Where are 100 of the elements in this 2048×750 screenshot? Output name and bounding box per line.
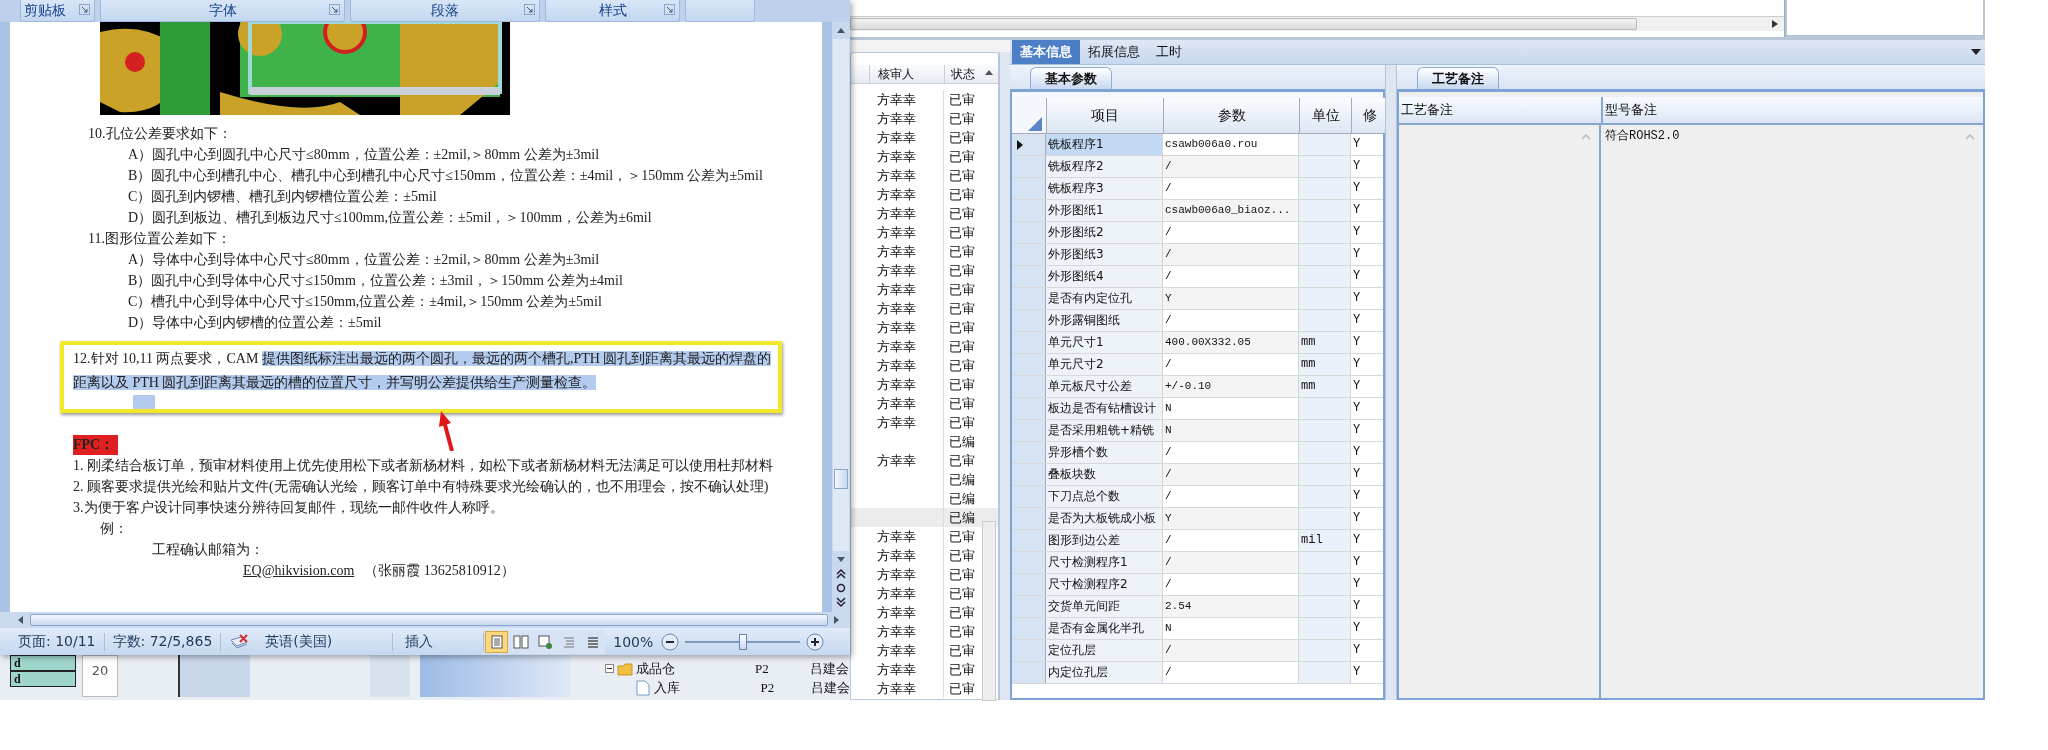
table-cell[interactable]	[1299, 486, 1351, 507]
table-cell[interactable]: 异形槽个数	[1046, 442, 1163, 463]
scroll-down-icon[interactable]	[836, 555, 846, 564]
scrollbar[interactable]	[832, 22, 850, 612]
dialog-launcher-icon[interactable]	[664, 4, 675, 15]
table-cell[interactable]: 外形图纸2	[1046, 222, 1163, 243]
table-cell[interactable]: /	[1163, 552, 1299, 573]
table-cell[interactable]	[1299, 420, 1351, 441]
list-row[interactable]: 方幸幸 已审	[851, 660, 999, 679]
list-row[interactable]: 方幸幸 已审	[851, 223, 999, 242]
email-link[interactable]: EQ@hikvision.com	[243, 563, 355, 578]
table-cell[interactable]: 图形到边公差	[1046, 530, 1163, 551]
list-row[interactable]: 方幸幸 已审	[851, 261, 999, 280]
list-row[interactable]: 方幸幸 已审	[851, 679, 999, 698]
table-cell[interactable]	[1299, 508, 1351, 529]
scrollbar-thumb[interactable]	[30, 614, 828, 626]
list-row[interactable]: 方幸幸 已审	[851, 641, 999, 660]
dialog-launcher-icon[interactable]	[524, 4, 535, 15]
tab[interactable]: 拓展信息	[1080, 40, 1148, 64]
table-cell[interactable]: 铣板程序3	[1046, 178, 1163, 199]
table-cell[interactable]: 铣板程序2	[1046, 156, 1163, 177]
list-row[interactable]: 方幸幸 已审	[851, 185, 999, 204]
table-cell[interactable]: /	[1163, 464, 1299, 485]
scrollbar[interactable]	[850, 16, 1784, 31]
table-cell[interactable]: 下刀点总个数	[1046, 486, 1163, 507]
table-cell[interactable]	[1299, 222, 1351, 243]
tab[interactable]: 基本信息	[1012, 40, 1080, 64]
column-header[interactable]: 状态	[945, 65, 999, 83]
word-count[interactable]: 字数: 72/5,865	[104, 632, 222, 651]
scrollbar-thumb[interactable]	[982, 521, 997, 701]
dialog-launcher-icon[interactable]	[329, 4, 340, 15]
scrollbar[interactable]	[0, 612, 850, 628]
dialog-launcher-icon[interactable]	[79, 4, 90, 15]
slider-thumb[interactable]	[738, 633, 747, 650]
table-cell[interactable]	[1299, 178, 1351, 199]
scrollbar-thumb[interactable]	[850, 18, 1637, 30]
next-page-icon[interactable]	[836, 597, 846, 608]
zoom-level[interactable]: 100%	[605, 633, 662, 650]
list-row[interactable]: 方幸幸 已审	[851, 147, 999, 166]
column-header[interactable]: 参数	[1163, 98, 1299, 133]
table-cell[interactable]: mm	[1299, 354, 1351, 375]
table-cell[interactable]: 叠板块数	[1046, 464, 1163, 485]
column-header[interactable]: 核审人	[870, 65, 945, 83]
list-row[interactable]: 已编	[851, 470, 999, 489]
view-button[interactable]	[485, 630, 509, 653]
list-row[interactable]: 方幸幸 已审	[851, 565, 999, 584]
zoom-out-icon[interactable]	[661, 632, 680, 651]
tree-item[interactable]: 入库	[654, 678, 680, 697]
table-cell[interactable]	[1299, 244, 1351, 265]
table-cell[interactable]: 尺寸检测程序1	[1046, 552, 1163, 573]
list-row[interactable]: 方幸幸 已审	[851, 109, 999, 128]
table-cell[interactable]	[1299, 310, 1351, 331]
list-row[interactable]: 方幸幸 已审	[851, 128, 999, 147]
table-cell[interactable]	[1299, 156, 1351, 177]
row-header[interactable]	[1012, 134, 1046, 155]
list-row[interactable]: 方幸幸 已审	[851, 242, 999, 261]
table-cell[interactable]: mm	[1299, 332, 1351, 353]
table-cell[interactable]: Y	[1163, 508, 1299, 529]
list-row[interactable]: 方幸幸 已审	[851, 375, 999, 394]
table-cell[interactable]: 400.00X332.05	[1163, 332, 1299, 353]
list-row[interactable]: 方幸幸 已审	[851, 356, 999, 375]
scroll-up-icon[interactable]	[836, 26, 846, 35]
table-cell[interactable]: /	[1163, 244, 1299, 265]
scroll-left-icon[interactable]	[16, 615, 26, 625]
table-cell[interactable]: mil	[1299, 530, 1351, 551]
table-cell[interactable]: 内定位孔层	[1046, 662, 1163, 683]
language-indicator[interactable]: 英语(美国)	[257, 632, 394, 651]
browse-object-icon[interactable]	[836, 583, 846, 593]
zoom-in-icon[interactable]	[806, 632, 825, 651]
column-header[interactable]: 单位	[1299, 98, 1351, 133]
scrollbar-thumb[interactable]	[834, 469, 848, 489]
table-cell[interactable]	[1299, 134, 1351, 155]
list-row[interactable]: 方幸幸 已审	[851, 299, 999, 318]
table-cell[interactable]: 外形图纸4	[1046, 266, 1163, 287]
table-cell[interactable]	[1299, 288, 1351, 309]
table-cell[interactable]: 定位孔层	[1046, 640, 1163, 661]
table-cell[interactable]: mm	[1299, 376, 1351, 397]
tab[interactable]: 基本参数	[1030, 67, 1112, 89]
list-row[interactable]: 方幸幸 已审	[851, 451, 999, 470]
list-row[interactable]: 方幸幸 已审	[851, 318, 999, 337]
scroll-up-icon[interactable]	[984, 68, 995, 77]
list-row[interactable]: 方幸幸 已审	[851, 584, 999, 603]
table-cell[interactable]: 是否有内定位孔	[1046, 288, 1163, 309]
table-cell[interactable]: 交货单元间距	[1046, 596, 1163, 617]
list-row[interactable]: 已编	[851, 432, 999, 451]
list-row[interactable]: 方幸幸 已审	[851, 204, 999, 223]
table-cell[interactable]: +/-0.10	[1163, 376, 1299, 397]
table-cell[interactable]	[1299, 596, 1351, 617]
list-row[interactable]: 方幸幸 已审	[851, 394, 999, 413]
table-cell[interactable]: 外形图纸3	[1046, 244, 1163, 265]
list-row[interactable]: 方幸幸 已审	[851, 337, 999, 356]
table-cell[interactable]	[1299, 618, 1351, 639]
tree-item[interactable]: 成品仓	[636, 659, 675, 678]
table-cell[interactable]: 是否有金属化半孔	[1046, 618, 1163, 639]
scroll-right-icon[interactable]	[1770, 19, 1780, 29]
column-header[interactable]: 项目	[1046, 98, 1163, 133]
list-row[interactable]: 已编	[851, 508, 999, 527]
list-row[interactable]: 方幸幸 已审	[851, 166, 999, 185]
table-cell[interactable]	[1299, 464, 1351, 485]
proofing-icon[interactable]	[229, 633, 250, 650]
